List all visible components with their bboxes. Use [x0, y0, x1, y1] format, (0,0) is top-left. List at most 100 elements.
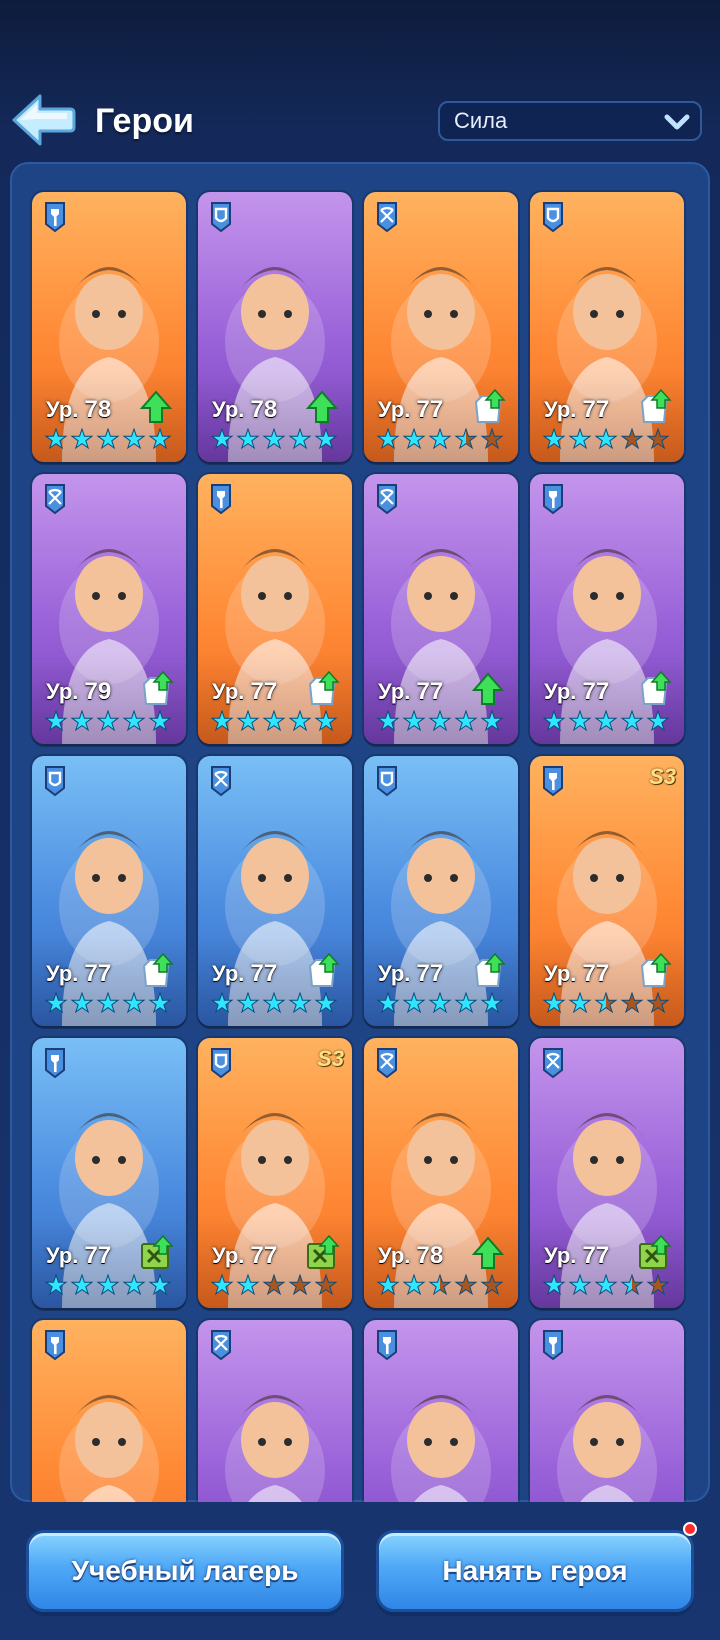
star-icon: [262, 710, 286, 732]
star-icon: [210, 992, 234, 1014]
level-value: 78: [84, 396, 112, 423]
star-icon: [122, 428, 146, 450]
level-value: 77: [84, 1242, 112, 1269]
star-rating: [44, 992, 172, 1016]
hero-card[interactable]: Ур. 77: [32, 1038, 186, 1308]
hero-card[interactable]: S3 Ур. 77: [530, 756, 684, 1026]
hero-card[interactable]: Ур. 77: [198, 756, 352, 1026]
season-badge: S3: [317, 1046, 344, 1071]
star-rating: [542, 992, 670, 1016]
hero-card[interactable]: [32, 1320, 186, 1502]
hero-card[interactable]: [364, 1320, 518, 1502]
hero-card[interactable]: Ур. 78: [364, 1038, 518, 1308]
level-value: 78: [250, 396, 278, 423]
level-value: 77: [84, 960, 112, 987]
hero-card[interactable]: S3 Ур. 77: [198, 1038, 352, 1308]
star-icon: [262, 428, 286, 450]
header: Герои Сила: [0, 0, 720, 160]
up-arrow-icon[interactable]: [468, 670, 508, 708]
hero-level: Ур. 77: [378, 960, 443, 988]
star-icon: [454, 710, 478, 732]
level-prefix: Ур.: [212, 1243, 251, 1268]
star-rating: [376, 1274, 504, 1298]
up-arrow-icon[interactable]: [136, 388, 176, 426]
sort-dropdown[interactable]: Сила: [438, 101, 702, 141]
hero-card[interactable]: Ур. 77: [530, 192, 684, 462]
hero-card[interactable]: Ур. 77: [32, 756, 186, 1026]
hire-hero-label: Нанять героя: [442, 1555, 628, 1586]
back-arrow-icon[interactable]: [10, 92, 76, 148]
hero-card[interactable]: Ур. 77: [530, 474, 684, 744]
star-icon: [148, 992, 172, 1014]
star-rating: [44, 710, 172, 734]
card-shade: [364, 1500, 518, 1502]
notification-dot: [683, 1522, 697, 1536]
coat-upgrade-icon[interactable]: [634, 670, 674, 708]
up-arrow-icon[interactable]: [468, 1234, 508, 1272]
star-icon: [148, 1274, 172, 1296]
hero-level: Ур. 77: [212, 678, 277, 706]
coat-upgrade-icon[interactable]: [302, 670, 342, 708]
hero-card[interactable]: [530, 1320, 684, 1502]
coat-upgrade-icon[interactable]: [634, 388, 674, 426]
level-value: 79: [84, 678, 112, 705]
star-icon: [314, 428, 338, 450]
training-camp-button[interactable]: Учебный лагерь: [26, 1530, 344, 1612]
star-icon: [210, 710, 234, 732]
heroes-grid-panel[interactable]: Ур. 78 Ур. 78 Ур. 77 Ур. 77 Ур. 79 Ур. 7…: [10, 162, 710, 1502]
training-camp-label: Учебный лагерь: [71, 1555, 299, 1586]
manual-upgrade-icon[interactable]: [302, 1234, 342, 1272]
hero-card[interactable]: Ур. 77: [198, 474, 352, 744]
hero-card[interactable]: Ур. 78: [198, 192, 352, 462]
star-icon: [620, 1274, 644, 1296]
star-icon: [148, 428, 172, 450]
level-value: 78: [416, 1242, 444, 1269]
shield-icon: [543, 202, 563, 233]
star-icon: [376, 710, 400, 732]
hero-card[interactable]: Ур. 79: [32, 474, 186, 744]
star-icon: [288, 992, 312, 1014]
star-icon: [96, 1274, 120, 1296]
hero-card[interactable]: Ур. 77: [364, 192, 518, 462]
star-icon: [568, 428, 592, 450]
coat-upgrade-icon[interactable]: [136, 670, 176, 708]
level-prefix: Ур.: [378, 1243, 417, 1268]
level-value: 77: [582, 396, 610, 423]
hero-level: Ур. 78: [212, 396, 277, 424]
hero-card[interactable]: Ур. 77: [530, 1038, 684, 1308]
hero-card[interactable]: Ур. 77: [364, 474, 518, 744]
coat-upgrade-icon[interactable]: [634, 952, 674, 990]
star-icon: [44, 428, 68, 450]
coat-upgrade-icon[interactable]: [302, 952, 342, 990]
hero-level: Ур. 77: [46, 960, 111, 988]
star-rating: [210, 992, 338, 1016]
hero-card[interactable]: Ур. 77: [364, 756, 518, 1026]
crossbow-icon: [377, 202, 397, 233]
coat-upgrade-icon[interactable]: [136, 952, 176, 990]
up-arrow-icon[interactable]: [302, 388, 342, 426]
shovel-icon: [211, 484, 231, 515]
hero-level: Ур. 77: [378, 396, 443, 424]
hero-card[interactable]: [198, 1320, 352, 1502]
manual-upgrade-icon[interactable]: [634, 1234, 674, 1272]
level-value: 77: [416, 960, 444, 987]
star-icon: [428, 992, 452, 1014]
level-prefix: Ур.: [212, 397, 251, 422]
star-icon: [44, 710, 68, 732]
crossbow-icon: [377, 1048, 397, 1079]
crossbow-icon: [211, 1330, 231, 1361]
hire-hero-button[interactable]: Нанять героя: [376, 1530, 694, 1612]
hero-card[interactable]: Ур. 78: [32, 192, 186, 462]
coat-upgrade-icon[interactable]: [468, 952, 508, 990]
star-icon: [620, 428, 644, 450]
level-prefix: Ур.: [378, 961, 417, 986]
manual-upgrade-icon[interactable]: [136, 1234, 176, 1272]
hero-level: Ур. 79: [46, 678, 111, 706]
coat-upgrade-icon[interactable]: [468, 388, 508, 426]
star-rating: [210, 428, 338, 452]
star-icon: [568, 1274, 592, 1296]
star-rating: [542, 1274, 670, 1298]
star-icon: [236, 992, 260, 1014]
hero-level: Ур. 77: [544, 960, 609, 988]
hero-level: Ур. 78: [378, 1242, 443, 1270]
